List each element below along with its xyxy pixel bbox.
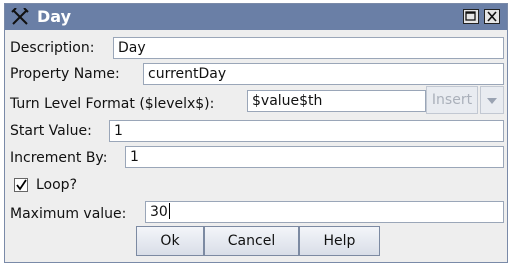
chevron-down-icon bbox=[487, 98, 497, 104]
increment-by-label: Increment By: bbox=[10, 150, 108, 166]
close-button[interactable] bbox=[484, 9, 500, 24]
insert-dropdown-button[interactable] bbox=[480, 86, 504, 114]
cancel-button[interactable]: Cancel bbox=[204, 226, 299, 256]
crossed-tools-icon bbox=[11, 8, 29, 25]
turn-level-format-field[interactable]: $value$th bbox=[247, 90, 426, 112]
property-name-label: Property Name: bbox=[10, 66, 120, 82]
title-bar[interactable]: Day bbox=[5, 4, 507, 30]
maximum-value-field[interactable]: 30 bbox=[145, 201, 504, 223]
ok-button[interactable]: Ok bbox=[136, 226, 204, 256]
description-field[interactable]: Day bbox=[113, 37, 504, 59]
help-button[interactable]: Help bbox=[299, 226, 380, 256]
loop-label: Loop? bbox=[36, 177, 78, 193]
maximum-value-label: Maximum value: bbox=[10, 206, 127, 222]
description-label: Description: bbox=[10, 40, 95, 56]
start-value-field[interactable]: 1 bbox=[109, 120, 504, 142]
close-icon bbox=[487, 11, 497, 22]
checkmark-icon bbox=[16, 179, 27, 191]
start-value-label: Start Value: bbox=[10, 123, 92, 139]
maximize-button[interactable] bbox=[463, 9, 479, 24]
property-name-field[interactable]: currentDay bbox=[143, 63, 504, 85]
window-title: Day bbox=[37, 7, 72, 26]
turn-level-format-label: Turn Level Format ($levelx$): bbox=[10, 96, 215, 112]
insert-button[interactable]: Insert bbox=[426, 86, 478, 114]
increment-by-field[interactable]: 1 bbox=[125, 146, 504, 168]
text-caret bbox=[168, 203, 170, 219]
loop-checkbox[interactable] bbox=[14, 178, 28, 192]
maximum-value-text: 30 bbox=[150, 204, 168, 220]
maximize-icon bbox=[465, 11, 476, 21]
